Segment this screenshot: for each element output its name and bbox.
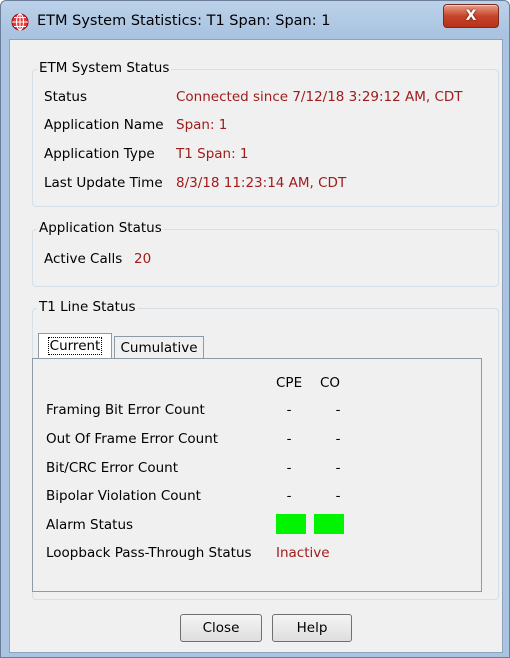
out-of-frame-error-count-label: Out Of Frame Error Count — [46, 431, 219, 447]
last-update-time-value: 8/3/18 11:23:14 AM, CDT — [176, 175, 347, 191]
tab-current-label: Current — [47, 337, 103, 355]
bipolar-violation-count-co: - — [335, 488, 341, 504]
alarm-status-label: Alarm Status — [46, 517, 134, 533]
application-type-label: Application Type — [44, 146, 155, 162]
bipolar-violation-count-cpe: - — [286, 488, 292, 504]
application-name-value: Span: 1 — [176, 117, 228, 133]
close-button[interactable]: Close — [180, 614, 262, 642]
loopback-pass-through-status-value: Inactive — [276, 545, 330, 561]
out-of-frame-error-count-cpe: - — [286, 431, 292, 447]
alarm-status-co-indicator — [314, 514, 344, 534]
globe-grid-icon — [11, 13, 29, 31]
status-label: Status — [44, 89, 88, 105]
status-row: Status — [44, 89, 87, 105]
application-status-legend: Application Status — [37, 220, 164, 236]
alarm-status-cpe-indicator — [276, 514, 306, 534]
active-calls-label: Active Calls — [44, 251, 123, 267]
bit-crc-error-count-cpe: - — [286, 460, 292, 476]
out-of-frame-error-count-co: - — [335, 431, 341, 447]
column-header-co: CO — [320, 375, 341, 391]
last-update-time-row: Last Update Time — [44, 175, 163, 191]
framing-bit-error-count-cpe: - — [286, 402, 292, 418]
window-title: ETM System Statistics: T1 Span: Span: 1 — [37, 13, 331, 29]
close-icon: X — [465, 8, 477, 24]
column-header-cpe: CPE — [276, 375, 303, 391]
framing-bit-error-count-co: - — [335, 402, 341, 418]
application-type-value: T1 Span: 1 — [176, 146, 249, 162]
bipolar-violation-count-label: Bipolar Violation Count — [46, 488, 201, 504]
bit-crc-error-count-label: Bit/CRC Error Count — [46, 460, 178, 476]
bit-crc-error-count-co: - — [335, 460, 341, 476]
application-type-row: Application Type — [44, 146, 155, 162]
status-value: Connected since 7/12/18 3:29:12 AM, CDT — [176, 89, 463, 105]
etm-system-status-legend: ETM System Status — [37, 60, 172, 76]
tab-current[interactable]: Current — [38, 333, 112, 358]
title-bar[interactable]: ETM System Statistics: T1 Span: Span: 1 … — [1, 1, 509, 41]
active-calls-value: 20 — [134, 251, 152, 267]
tab-cumulative[interactable]: Cumulative — [114, 336, 204, 358]
loopback-pass-through-status-label: Loopback Pass-Through Status — [46, 545, 252, 561]
t1-line-status-legend: T1 Line Status — [37, 299, 138, 315]
application-name-row: Application Name — [44, 117, 164, 133]
last-update-time-label: Last Update Time — [44, 175, 163, 191]
help-button[interactable]: Help — [272, 614, 352, 642]
application-name-label: Application Name — [44, 117, 164, 133]
window-close-button[interactable]: X — [443, 4, 499, 28]
framing-bit-error-count-label: Framing Bit Error Count — [46, 402, 205, 418]
tab-cumulative-label: Cumulative — [120, 339, 198, 356]
